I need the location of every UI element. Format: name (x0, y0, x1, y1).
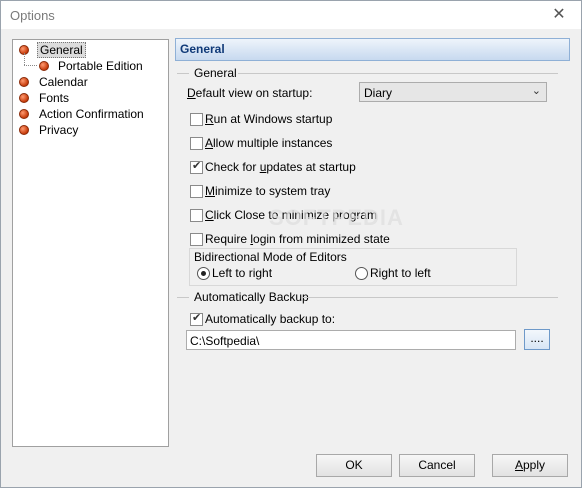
bullet-icon (19, 125, 29, 135)
tree-item-label: Privacy (39, 123, 79, 137)
ok-button[interactable]: OK (316, 454, 392, 477)
dialog-client: General Portable Edition Calendar Fonts … (1, 29, 581, 487)
tree-item-label: General (37, 42, 86, 58)
cancel-button[interactable]: Cancel (399, 454, 475, 477)
bullet-icon (39, 61, 49, 71)
check-updates-checkbox[interactable] (190, 159, 203, 174)
browse-button[interactable]: .... (524, 329, 550, 350)
backup-path-value: C:\Softpedia\ (190, 334, 260, 348)
window-title: Options (10, 8, 55, 23)
apply-button[interactable]: Apply (492, 454, 568, 477)
panel-title: General (180, 42, 225, 56)
options-window: Options ✕ General Portable Edition Calen… (0, 0, 582, 488)
default-view-value: Diary (364, 86, 393, 100)
left-to-right-radio[interactable] (197, 267, 210, 280)
check-updates-label: Check for updates at startup (205, 160, 356, 174)
bullet-icon (19, 77, 29, 87)
allow-multiple-checkbox[interactable] (190, 137, 203, 150)
auto-backup-label: Automatically backup to: (205, 312, 336, 326)
tree-connector (24, 65, 37, 66)
tree-item-label: Portable Edition (58, 59, 143, 73)
group-divider (177, 297, 189, 298)
watermark-logo: SOFTPEDIA (269, 205, 404, 230)
panel-header: General (175, 38, 570, 61)
right-to-left-label: Right to left (370, 266, 431, 280)
bidi-mode-title: Bidirectional Mode of Editors (194, 250, 347, 264)
auto-backup-checkbox[interactable] (190, 311, 203, 326)
backup-path-field[interactable]: C:\Softpedia\ (186, 330, 516, 350)
bullet-icon (19, 109, 29, 119)
require-login-label: Require login from minimized state (205, 232, 390, 246)
category-tree[interactable]: General Portable Edition Calendar Fonts … (12, 39, 169, 447)
backup-group-title: Automatically Backup (194, 290, 309, 304)
general-group-title: General (194, 66, 237, 80)
tree-item-label: Calendar (39, 75, 88, 89)
chevron-down-icon: ⌄ (531, 85, 541, 97)
require-login-checkbox[interactable] (190, 233, 203, 246)
group-divider (302, 297, 558, 298)
run-at-startup-label: Run at Windows startup (205, 112, 333, 126)
title-bar: Options ✕ (1, 1, 581, 29)
tree-item-label: Fonts (39, 91, 70, 105)
bullet-icon (19, 93, 29, 103)
group-divider (238, 73, 558, 74)
right-to-left-radio[interactable] (355, 267, 368, 280)
tree-connector (24, 53, 25, 65)
close-to-minimize-checkbox[interactable] (190, 209, 203, 222)
close-button[interactable]: ✕ (549, 5, 569, 25)
left-to-right-label: Left to right (212, 266, 273, 280)
allow-multiple-label: Allow multiple instances (205, 136, 333, 150)
tree-item-label: Action Confirmation (39, 107, 144, 121)
run-at-startup-checkbox[interactable] (190, 113, 203, 126)
group-divider (177, 73, 189, 74)
default-view-label: Default view on startup: (187, 86, 313, 100)
default-view-select[interactable]: Diary ⌄ (359, 82, 547, 102)
minimize-tray-label: Minimize to system tray (205, 184, 331, 198)
minimize-tray-checkbox[interactable] (190, 185, 203, 198)
